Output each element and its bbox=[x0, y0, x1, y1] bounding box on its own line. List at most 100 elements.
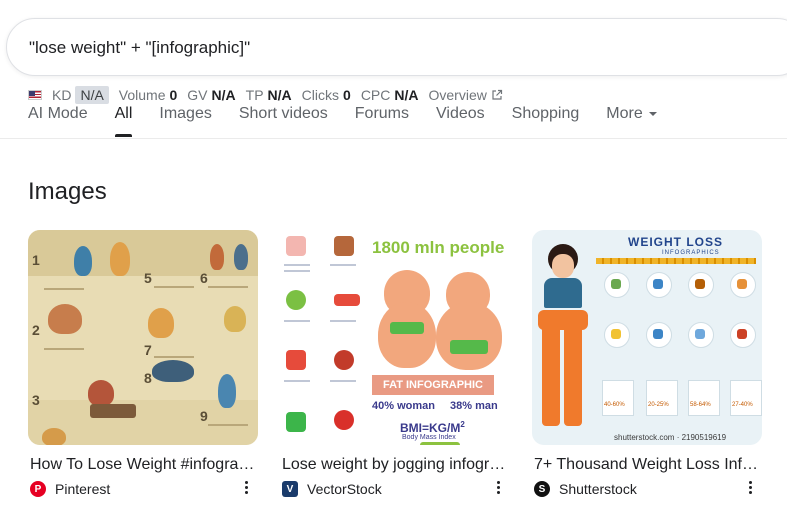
thumb-graphic bbox=[44, 348, 84, 350]
more-options-icon[interactable] bbox=[742, 477, 758, 497]
thumb-graphic bbox=[286, 236, 306, 256]
thumb-graphic bbox=[552, 254, 574, 278]
gv-value: N/A bbox=[211, 87, 236, 103]
tab-more[interactable]: More bbox=[606, 103, 657, 137]
source-name: VectorStock bbox=[307, 481, 382, 497]
image-result-source[interactable]: P Pinterest bbox=[30, 480, 258, 497]
thumb-graphic bbox=[611, 329, 621, 339]
vectorstock-icon: V bbox=[282, 481, 298, 497]
thumb-graphic bbox=[154, 356, 194, 358]
tab-all[interactable]: All bbox=[114, 103, 133, 137]
thumb-graphic bbox=[286, 350, 306, 370]
thumb-graphic bbox=[542, 326, 560, 426]
image-result-title[interactable]: How To Lose Weight #infographic bbox=[30, 456, 255, 474]
thumb-graphic: 7 bbox=[144, 342, 152, 358]
chevron-down-icon bbox=[648, 111, 657, 116]
thumb-graphic bbox=[284, 380, 310, 382]
image-result-source[interactable]: V VectorStock bbox=[282, 480, 510, 497]
thumb-graphic bbox=[152, 360, 194, 382]
tab-label: Images bbox=[159, 105, 212, 122]
thumb-graphic bbox=[737, 329, 747, 339]
thumb-graphic bbox=[110, 242, 130, 276]
external-link-icon bbox=[492, 89, 502, 100]
tab-label: Shopping bbox=[511, 105, 580, 122]
thumb-graphic bbox=[286, 290, 306, 310]
source-name: Pinterest bbox=[55, 481, 111, 497]
tab-images[interactable]: Images bbox=[159, 103, 211, 137]
thumb-graphic bbox=[284, 320, 310, 322]
thumb-graphic bbox=[602, 380, 634, 416]
thumb-graphic bbox=[284, 264, 310, 266]
tab-ai-mode[interactable]: AI Mode bbox=[28, 103, 88, 137]
thumb-graphic bbox=[208, 424, 248, 426]
clicks-value: 0 bbox=[343, 87, 351, 103]
thumb-graphic bbox=[42, 428, 66, 445]
tab-label: More bbox=[606, 105, 643, 122]
thumb-graphic: 5 bbox=[144, 270, 152, 286]
overview-label: Overview bbox=[428, 87, 487, 103]
thumb-graphic: 6 bbox=[200, 270, 208, 286]
thumb-woman-stat: 40% woman bbox=[372, 400, 435, 412]
image-result-card[interactable]: 1 2 3 5 6 7 8 9 How To Lose Weight #info… bbox=[28, 230, 258, 497]
thumb-graphic bbox=[390, 322, 424, 334]
image-result-card[interactable]: WEIGHT LOSS INFOGRAPHICS 40-60% 20-25% 5… bbox=[532, 230, 762, 497]
us-flag-icon bbox=[28, 90, 42, 100]
thumb-watermark: shutterstock.com · 2190519619 bbox=[614, 433, 727, 442]
image-thumbnail[interactable]: 1800 mln people FAT INFOGRAPHIC 40% woma… bbox=[280, 230, 510, 445]
tab-label: Short videos bbox=[238, 105, 328, 122]
thumb-graphic bbox=[695, 279, 705, 289]
thumb-graphic bbox=[334, 236, 354, 256]
tab-label: Videos bbox=[436, 105, 485, 122]
thumb-graphic bbox=[334, 294, 360, 306]
thumb-bmi-formula: BMI=KG/M2 bbox=[400, 420, 465, 435]
clicks-label: Clicks bbox=[301, 87, 340, 103]
thumb-graphic bbox=[695, 329, 705, 339]
thumb-stat: 40-60% bbox=[604, 402, 625, 408]
thumb-graphic bbox=[737, 279, 747, 289]
thumb-graphic bbox=[378, 302, 436, 368]
thumb-graphic bbox=[564, 326, 582, 426]
tab-label: AI Mode bbox=[28, 105, 88, 122]
cpc-value: N/A bbox=[394, 87, 419, 103]
thumb-graphic: 2 bbox=[32, 322, 40, 338]
image-result-title[interactable]: Lose weight by jogging infographic bbox=[282, 456, 507, 474]
tp-value: N/A bbox=[267, 87, 292, 103]
seo-metrics-bar: KD N/A Volume 0 GV N/A TP N/A Clicks 0 C… bbox=[28, 86, 503, 104]
overview-link[interactable]: Overview bbox=[429, 87, 503, 103]
images-section-title: Images bbox=[28, 178, 107, 205]
thumb-graphic bbox=[688, 380, 720, 416]
thumb-stat: 58-64% bbox=[690, 402, 711, 408]
tab-videos[interactable]: Videos bbox=[436, 103, 485, 137]
image-result-card[interactable]: 1800 mln people FAT INFOGRAPHIC 40% woma… bbox=[280, 230, 510, 497]
thumb-graphic bbox=[420, 442, 460, 445]
tp-label: TP bbox=[245, 87, 264, 103]
image-thumbnail[interactable]: 1 2 3 5 6 7 8 9 bbox=[28, 230, 258, 445]
thumb-graphic bbox=[44, 288, 84, 290]
thumb-graphic: 1 bbox=[32, 252, 40, 268]
thumb-graphic bbox=[334, 410, 354, 430]
tab-forums[interactable]: Forums bbox=[355, 103, 409, 137]
image-thumbnail[interactable]: WEIGHT LOSS INFOGRAPHICS 40-60% 20-25% 5… bbox=[532, 230, 762, 445]
more-options-icon[interactable] bbox=[490, 477, 506, 497]
image-result-title[interactable]: 7+ Thousand Weight Loss Infographic bbox=[534, 456, 759, 474]
thumb-graphic bbox=[74, 246, 92, 276]
thumb-graphic: 8 bbox=[144, 370, 152, 386]
search-input[interactable] bbox=[29, 37, 729, 59]
search-box[interactable] bbox=[6, 18, 787, 76]
thumb-graphic bbox=[208, 286, 248, 288]
tab-label: All bbox=[114, 105, 133, 122]
thumb-graphic bbox=[450, 340, 488, 354]
thumb-graphic bbox=[653, 329, 663, 339]
thumb-graphic bbox=[88, 380, 114, 406]
tab-short-videos[interactable]: Short videos bbox=[239, 103, 328, 137]
tab-shopping[interactable]: Shopping bbox=[512, 103, 580, 137]
thumb-graphic bbox=[436, 302, 502, 370]
thumb-graphic bbox=[234, 244, 248, 270]
image-result-source[interactable]: S Shutterstock bbox=[534, 480, 762, 497]
thumb-graphic bbox=[653, 279, 663, 289]
thumb-graphic bbox=[730, 380, 762, 416]
thumb-graphic bbox=[330, 264, 356, 266]
bmi-formula-sup: 2 bbox=[460, 420, 465, 429]
thumb-graphic bbox=[154, 286, 194, 288]
more-options-icon[interactable] bbox=[238, 477, 254, 497]
